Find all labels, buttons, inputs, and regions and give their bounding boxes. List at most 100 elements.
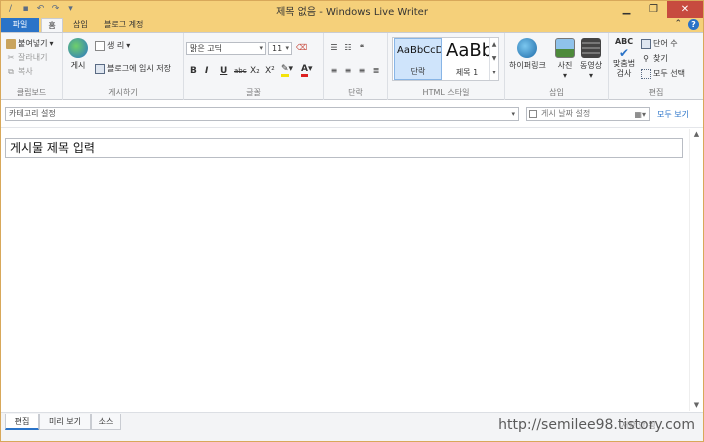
align-left-button[interactable]: ≡	[329, 66, 339, 76]
cut-icon: ✂	[7, 52, 15, 62]
superscript-button[interactable]: X²	[265, 66, 275, 76]
subscript-button[interactable]: X₂	[250, 66, 260, 76]
paste-button[interactable]: 붙여넣기 ▾	[6, 38, 53, 49]
paste-icon	[6, 38, 16, 49]
find-button[interactable]: ⚲ 찾기	[641, 53, 668, 64]
strikethrough-button[interactable]: abc	[234, 67, 247, 75]
style-gallery: AaBbCcDd 단락 AaBb 제목 1 ▲▼▾	[392, 37, 499, 81]
publish-group-label: 게시하기	[108, 88, 138, 97]
chevron-down-icon: ▾	[259, 44, 263, 52]
spell-check-button[interactable]: ABC ✔ 맞춤법 검사	[613, 37, 635, 79]
window-title: 제목 없음 - Windows Live Writer	[276, 7, 428, 18]
italic-button[interactable]: I	[205, 66, 208, 76]
clear-format-button[interactable]: ⌫	[296, 43, 308, 53]
tab-file[interactable]: 파일	[1, 18, 39, 32]
save-draft-button[interactable]: 블로그에 임시 저장	[95, 63, 171, 74]
style-heading-1[interactable]: AaBb 제목 1	[444, 38, 490, 80]
chevron-down-icon: ▾	[511, 110, 515, 118]
cut-button[interactable]: ✂ 잘라내기	[6, 52, 48, 63]
post-properties-bar: 카테고리 설정 ▾ 게시 날짜 설정 ▦▾ 모두 보기	[1, 101, 703, 128]
style-paragraph[interactable]: AaBbCcDd 단락	[394, 38, 442, 80]
tab-edit[interactable]: 편집	[5, 414, 39, 430]
clear-format-icon: ⌫	[296, 43, 308, 52]
insert-group: 하이퍼링크 사진 ▾ 동영상 ▾ 삽입	[505, 33, 609, 100]
help-icon[interactable]: ?	[688, 19, 699, 30]
calendar-icon[interactable]: ▦▾	[634, 109, 646, 121]
align-center-button[interactable]: ≡	[343, 66, 353, 76]
word-count-icon	[641, 38, 651, 49]
font-size-select[interactable]: 11 ▾	[268, 42, 292, 55]
numbered-list-icon: ☷	[344, 43, 352, 52]
font-color-button[interactable]: A▾	[301, 64, 313, 77]
editor-area[interactable]: 게시물 제목 입력 ▲ ▼	[1, 129, 703, 411]
maximize-button[interactable]: ❐	[640, 1, 667, 18]
html-style-group-label: HTML 스타일	[422, 88, 470, 97]
globe-publish-icon	[68, 38, 88, 58]
watermark: http://semilee98.tistory.com	[498, 417, 695, 433]
editing-group-label: 편집	[648, 88, 664, 97]
vertical-scrollbar[interactable]: ▲ ▼	[689, 129, 703, 411]
tab-preview[interactable]: 미리 보기	[39, 414, 91, 430]
tab-home[interactable]: 홈	[41, 18, 63, 32]
scroll-down-icon[interactable]: ▼	[690, 401, 703, 409]
font-group-label: 글꼴	[246, 88, 261, 97]
view-tabs-bar: 편집 미리 보기 소스 저장 안 됨 http://semilee98.tist…	[1, 412, 703, 441]
binoculars-icon: ⚲	[643, 53, 649, 63]
hyperlink-icon	[517, 38, 538, 58]
insert-group-label: 삽입	[549, 88, 564, 97]
publish-button[interactable]: 게시	[68, 38, 88, 71]
bold-button[interactable]: B	[190, 66, 197, 76]
category-select[interactable]: 카테고리 설정 ▾	[5, 107, 519, 121]
word-count-button[interactable]: 단어 수	[641, 38, 678, 49]
justify-button[interactable]: ≣	[371, 66, 381, 76]
publish-date-field[interactable]: 게시 날짜 설정 ▦▾	[526, 107, 650, 121]
font-face-select[interactable]: 맑은 고딕 ▾	[186, 42, 266, 55]
save-draft-icon	[95, 63, 105, 74]
new-post-icon	[95, 40, 105, 51]
post-title-input[interactable]: 게시물 제목 입력	[5, 138, 683, 158]
hyperlink-button[interactable]: 하이퍼링크	[509, 38, 546, 71]
bullet-list-icon: ☰	[330, 43, 338, 52]
picture-icon	[555, 38, 575, 58]
app-window: / ▪ ↶ ↷ ▾ 제목 없음 - Windows Live Writer ▁ …	[0, 0, 704, 442]
font-group: 맑은 고딕 ▾ 11 ▾ ⌫ B I U abc X₂ X² ✎▾ A▾ 글꼴	[184, 33, 324, 100]
checkmark-icon: ✔	[619, 46, 630, 60]
bullet-list-button[interactable]: ☰	[329, 43, 339, 53]
chevron-down-icon: ▾	[285, 44, 289, 52]
video-button[interactable]: 동영상 ▾	[580, 38, 602, 80]
align-left-icon: ≡	[330, 66, 338, 75]
highlight-button[interactable]: ✎▾	[281, 64, 293, 77]
minimize-button[interactable]: ▁	[613, 1, 640, 18]
video-icon	[581, 38, 602, 58]
ribbon: 붙여넣기 ▾ ✂ 잘라내기 ⧉ 복사 클립보드 게시 생 리 ▾ 블로그에 임시…	[1, 32, 703, 100]
paragraph-group-label: 단락	[348, 88, 363, 97]
numbered-list-button[interactable]: ☷	[343, 43, 353, 53]
select-all-button[interactable]: 모두 선택	[641, 68, 685, 79]
justify-icon: ≣	[372, 66, 380, 75]
html-style-group: AaBbCcDd 단락 AaBb 제목 1 ▲▼▾ HTML 스타일	[388, 33, 505, 100]
blockquote-button[interactable]: ❝	[357, 43, 367, 53]
editing-group: ABC ✔ 맞춤법 검사 단어 수 ⚲ 찾기 모두 선택 편집	[609, 33, 703, 100]
copy-button[interactable]: ⧉ 복사	[6, 66, 33, 77]
tab-insert[interactable]: 삽입	[67, 18, 94, 32]
scroll-up-icon[interactable]: ▲	[690, 130, 703, 138]
align-right-button[interactable]: ≡	[357, 66, 367, 76]
tab-source[interactable]: 소스	[91, 414, 121, 430]
collapse-ribbon-icon[interactable]: ⌃	[674, 19, 682, 30]
close-button[interactable]: ✕	[667, 1, 703, 18]
align-center-icon: ≡	[344, 66, 352, 75]
picture-button[interactable]: 사진 ▾	[555, 38, 575, 80]
view-all-link[interactable]: 모두 보기	[657, 109, 689, 120]
select-all-icon	[641, 68, 651, 79]
copy-icon: ⧉	[8, 66, 14, 76]
highlighter-icon: ✎	[281, 64, 289, 77]
quote-icon: ❝	[359, 43, 365, 52]
new-post-button[interactable]: 생 리 ▾	[95, 40, 130, 51]
clipboard-group: 붙여넣기 ▾ ✂ 잘라내기 ⧉ 복사 클립보드	[1, 33, 63, 100]
style-gallery-scroll[interactable]: ▲ ▼ ▾	[489, 38, 498, 80]
publish-date-checkbox[interactable]	[529, 110, 537, 118]
underline-button[interactable]: U	[220, 66, 227, 76]
publish-group: 게시 생 리 ▾ 블로그에 임시 저장 게시하기	[63, 33, 184, 100]
align-right-icon: ≡	[358, 66, 366, 75]
tab-blog-account[interactable]: 블로그 계정	[98, 18, 149, 32]
